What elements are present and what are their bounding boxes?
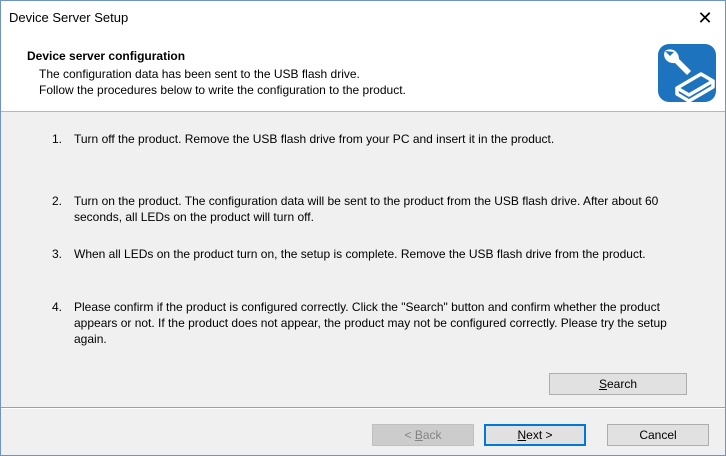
cancel-button[interactable]: Cancel bbox=[607, 424, 709, 446]
step-number: 3. bbox=[52, 247, 63, 261]
wizard-header: Device server configuration The configur… bbox=[1, 35, 725, 112]
search-label: earch bbox=[606, 377, 638, 391]
header-description-line2: Follow the procedures below to write the… bbox=[39, 83, 406, 97]
step-text: When all LEDs on the product turn on, th… bbox=[74, 247, 646, 261]
next-button[interactable]: Next > bbox=[484, 424, 586, 446]
page-title: Device server configuration bbox=[27, 49, 186, 63]
step-text: Please confirm if the product is configu… bbox=[74, 300, 667, 346]
search-button[interactable]: Search bbox=[549, 373, 687, 395]
back-mnemonic: B bbox=[414, 428, 423, 442]
usb-drive-with-wrench-icon bbox=[658, 44, 716, 103]
window-title: Device Server Setup bbox=[9, 10, 129, 25]
back-button[interactable]: < Back bbox=[372, 424, 474, 446]
next-mnemonic: N bbox=[517, 428, 527, 442]
next-label: ext > bbox=[526, 428, 553, 442]
close-button[interactable]: ✕ bbox=[691, 4, 719, 32]
instructions-area: 1. Turn off the product. Remove the USB … bbox=[1, 112, 725, 407]
back-prefix: < bbox=[404, 428, 415, 442]
back-label: ack bbox=[422, 428, 442, 442]
step-number: 4. bbox=[52, 300, 63, 314]
header-description-line1: The configuration data has been sent to … bbox=[39, 67, 360, 81]
step-number: 2. bbox=[52, 194, 63, 208]
search-mnemonic: S bbox=[598, 377, 607, 391]
step-number: 1. bbox=[52, 132, 63, 146]
step-text: Turn off the product. Remove the USB fla… bbox=[74, 132, 555, 146]
step-text: Turn on the product. The configuration d… bbox=[74, 194, 659, 224]
setup-dialog: Device Server Setup ✕ Device server conf… bbox=[0, 0, 726, 456]
footer-separator bbox=[1, 407, 725, 409]
title-bar: Device Server Setup ✕ bbox=[1, 1, 725, 35]
